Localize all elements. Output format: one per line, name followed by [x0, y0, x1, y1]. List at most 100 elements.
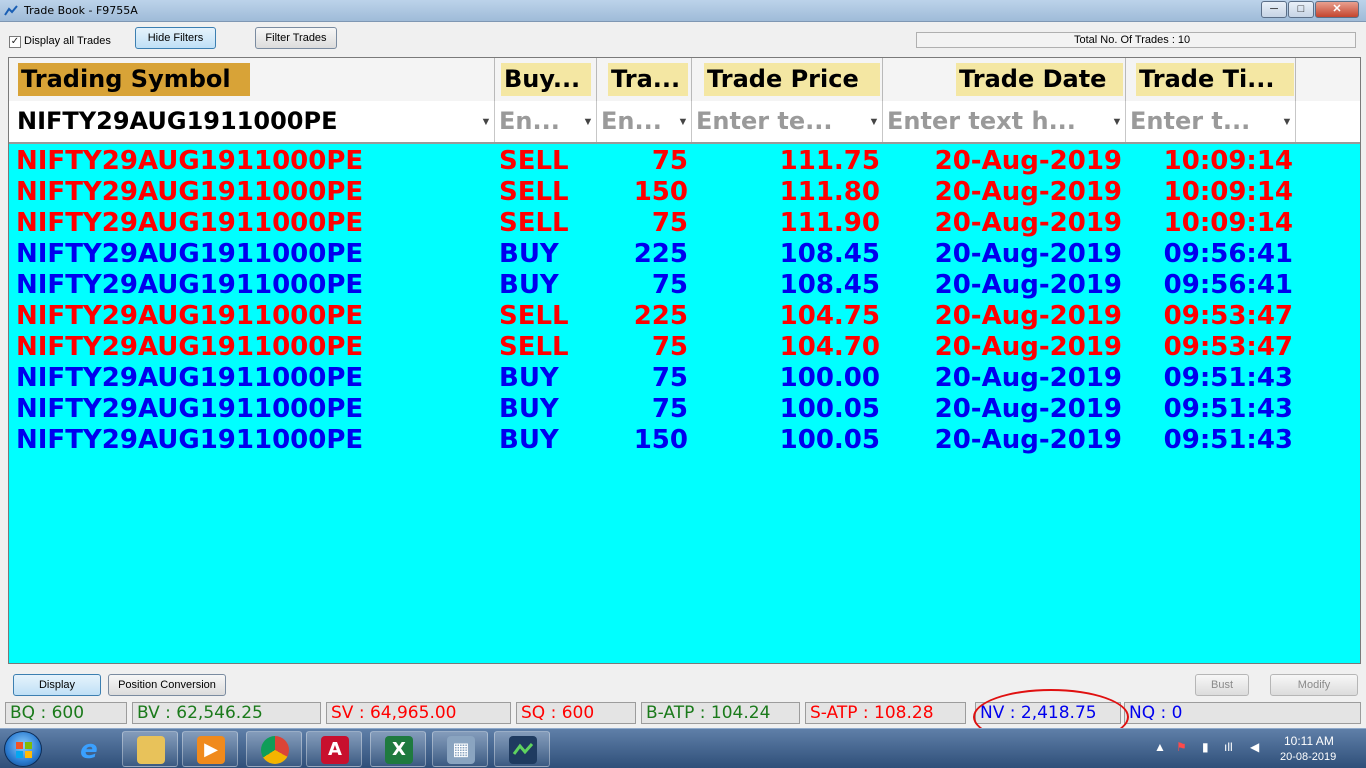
cell-time: 10:09:14 — [1163, 177, 1293, 207]
table-row[interactable]: NIFTY29AUG1911000PE BUY 150 100.05 20-Au… — [9, 425, 1360, 456]
cell-time: 09:56:41 — [1163, 270, 1293, 300]
hide-filters-button[interactable]: Hide Filters — [135, 27, 216, 49]
cell-price: 104.75 — [779, 301, 880, 331]
table-row[interactable]: NIFTY29AUG1911000PE SELL 75 111.90 20-Au… — [9, 208, 1360, 239]
display-all-trades-label[interactable]: Display all Trades — [24, 35, 111, 47]
price-filter-input[interactable]: Enter te... — [696, 107, 856, 135]
sell-quantity: SQ : 600 — [516, 702, 636, 724]
filter-cell-symbol[interactable]: NIFTY29AUG1911000PE ▼ — [9, 101, 495, 142]
cell-time: 09:51:43 — [1163, 363, 1293, 393]
cell-price: 100.05 — [779, 425, 880, 455]
cell-time: 09:51:43 — [1163, 425, 1293, 455]
cell-qty: 75 — [651, 146, 688, 176]
cell-price: 104.70 — [779, 332, 880, 362]
header-label: Buy... — [501, 63, 591, 96]
chrome-icon — [261, 736, 289, 764]
table-row[interactable]: NIFTY29AUG1911000PE BUY 225 108.45 20-Au… — [9, 239, 1360, 270]
cell-date: 20-Aug-2019 — [934, 146, 1122, 176]
table-row[interactable]: NIFTY29AUG1911000PE BUY 75 100.05 20-Aug… — [9, 394, 1360, 425]
table-row[interactable]: NIFTY29AUG1911000PE SELL 225 104.75 20-A… — [9, 301, 1360, 332]
total-trades-count: Total No. Of Trades : 10 — [1074, 34, 1191, 46]
cell-price: 100.00 — [779, 363, 880, 393]
windows-logo-icon — [16, 742, 32, 758]
taskbar-calculator[interactable]: ▦ — [432, 731, 488, 767]
clock-time[interactable]: 10:11 AM — [1284, 734, 1334, 748]
buy-sell-filter-input[interactable]: En... — [499, 107, 569, 135]
cell-time: 10:09:14 — [1163, 208, 1293, 238]
taskbar-trading-app[interactable] — [494, 731, 550, 767]
clock-date[interactable]: 20-08-2019 — [1280, 751, 1336, 763]
buy-average-price: B-ATP : 104.24 — [641, 702, 800, 724]
symbol-filter-input[interactable]: NIFTY29AUG1911000PE — [17, 107, 457, 135]
volume-icon[interactable]: ◀ — [1250, 740, 1259, 754]
taskbar-explorer[interactable] — [122, 731, 178, 767]
table-row[interactable]: NIFTY29AUG1911000PE SELL 150 111.80 20-A… — [9, 177, 1360, 208]
column-header-trade-qty[interactable]: Tra... — [597, 58, 692, 101]
filter-cell-qty[interactable]: En... ▼ — [597, 101, 692, 142]
cell-date: 20-Aug-2019 — [934, 208, 1122, 238]
taskbar-ie[interactable]: e — [60, 731, 116, 767]
display-all-trades-checkbox[interactable]: ✓ — [9, 36, 21, 48]
cell-symbol: NIFTY29AUG1911000PE — [16, 394, 364, 424]
minimize-button[interactable]: ─ — [1261, 1, 1287, 18]
cell-side: BUY — [499, 363, 559, 393]
position-conversion-button[interactable]: Position Conversion — [108, 674, 226, 696]
filter-trades-button[interactable]: Filter Trades — [255, 27, 337, 49]
table-row[interactable]: NIFTY29AUG1911000PE SELL 75 104.70 20-Au… — [9, 332, 1360, 363]
cell-qty: 225 — [633, 239, 688, 269]
filter-cell-date[interactable]: Enter text h... ▼ — [883, 101, 1126, 142]
cell-qty: 75 — [651, 394, 688, 424]
buy-value: BV : 62,546.25 — [132, 702, 321, 724]
cell-date: 20-Aug-2019 — [934, 363, 1122, 393]
table-row[interactable]: NIFTY29AUG1911000PE BUY 75 100.00 20-Aug… — [9, 363, 1360, 394]
show-hidden-icons[interactable]: ▲ — [1154, 740, 1166, 754]
cell-qty: 150 — [633, 425, 688, 455]
window-title-bar[interactable]: Trade Book - F9755A ─ □ ✕ — [0, 0, 1366, 22]
signal-icon[interactable]: ıll — [1224, 740, 1233, 754]
header-label: Trade Ti... — [1136, 63, 1294, 96]
close-button[interactable]: ✕ — [1315, 1, 1359, 18]
cell-symbol: NIFTY29AUG1911000PE — [16, 270, 364, 300]
funnel-icon[interactable]: ▼ — [867, 115, 881, 129]
header-label: Trade Price — [704, 63, 880, 96]
net-quantity: NQ : 0 — [1124, 702, 1361, 724]
action-center-flag-icon[interactable]: ⚑ — [1176, 740, 1187, 754]
filter-cell-price[interactable]: Enter te... ▼ — [692, 101, 883, 142]
start-button[interactable] — [4, 731, 42, 767]
funnel-icon[interactable]: ▼ — [581, 115, 595, 129]
cell-price: 111.75 — [779, 146, 880, 176]
table-row[interactable]: NIFTY29AUG1911000PE SELL 75 111.75 20-Au… — [9, 146, 1360, 177]
funnel-icon[interactable]: ▼ — [1280, 115, 1294, 129]
modify-button[interactable]: Modify — [1270, 674, 1358, 696]
maximize-button[interactable]: □ — [1288, 1, 1314, 18]
cell-side: SELL — [499, 332, 569, 362]
cell-time: 09:53:47 — [1163, 301, 1293, 331]
column-header-trade-time[interactable]: Trade Ti... — [1126, 58, 1296, 101]
taskbar-excel[interactable]: X — [370, 731, 426, 767]
trade-grid[interactable]: Trading Symbol Buy... Tra... Trade Price… — [8, 57, 1361, 664]
funnel-icon[interactable]: ▼ — [676, 115, 690, 129]
display-button[interactable]: Display — [13, 674, 101, 696]
column-header-trade-price[interactable]: Trade Price — [692, 58, 883, 101]
filter-cell-time[interactable]: Enter t... ▼ — [1126, 101, 1296, 142]
taskbar-chrome[interactable] — [246, 731, 302, 767]
calculator-icon: ▦ — [447, 736, 475, 764]
date-filter-input[interactable]: Enter text h... — [887, 107, 1102, 135]
column-header-trading-symbol[interactable]: Trading Symbol — [9, 58, 495, 101]
funnel-icon[interactable]: ▼ — [479, 115, 493, 129]
column-header-trade-date[interactable]: Trade Date — [883, 58, 1126, 101]
cell-time: 09:56:41 — [1163, 239, 1293, 269]
taskbar-media-player[interactable]: ▶ — [182, 731, 238, 767]
cell-symbol: NIFTY29AUG1911000PE — [16, 301, 364, 331]
bust-button[interactable]: Bust — [1195, 674, 1249, 696]
network-icon[interactable]: ▮ — [1202, 740, 1209, 754]
table-row[interactable]: NIFTY29AUG1911000PE BUY 75 108.45 20-Aug… — [9, 270, 1360, 301]
filter-cell-buy-sell[interactable]: En... ▼ — [495, 101, 597, 142]
qty-filter-input[interactable]: En... — [601, 107, 671, 135]
taskbar-pdf[interactable]: A — [306, 731, 362, 767]
cell-symbol: NIFTY29AUG1911000PE — [16, 208, 364, 238]
column-header-buy-sell[interactable]: Buy... — [495, 58, 597, 101]
cell-symbol: NIFTY29AUG1911000PE — [16, 332, 364, 362]
funnel-icon[interactable]: ▼ — [1110, 115, 1124, 129]
time-filter-input[interactable]: Enter t... — [1130, 107, 1270, 135]
